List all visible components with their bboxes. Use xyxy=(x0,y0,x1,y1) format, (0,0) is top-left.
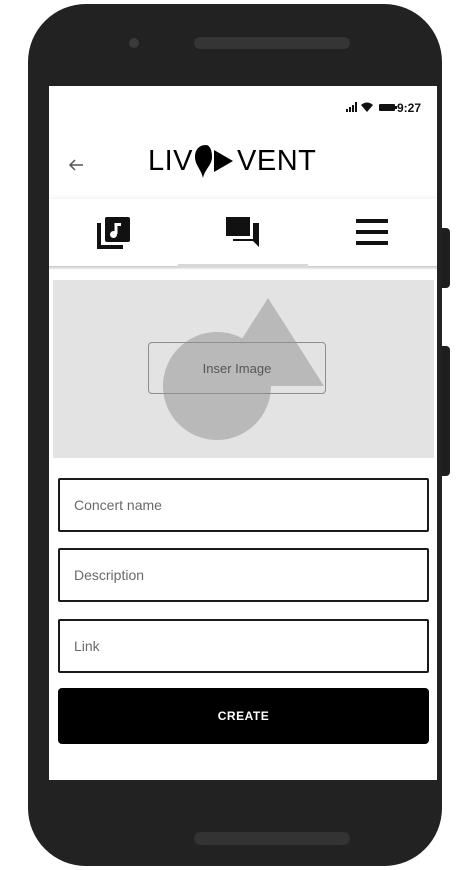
tab-chat[interactable] xyxy=(178,199,307,265)
music-library-icon xyxy=(96,217,130,249)
front-camera xyxy=(129,38,139,48)
power-button xyxy=(442,346,450,476)
status-time: 9:27 xyxy=(396,101,421,115)
image-upload-area[interactable]: Inser Image xyxy=(53,280,434,458)
description-field[interactable] xyxy=(58,548,429,602)
play-pin-icon xyxy=(195,145,234,178)
chat-icon xyxy=(225,217,259,247)
app-logo: LIV VENT xyxy=(148,139,316,183)
tab-music[interactable] xyxy=(49,199,178,265)
app-header: LIV VENT xyxy=(49,126,437,198)
battery-icon xyxy=(379,104,397,111)
create-button[interactable]: CREATE xyxy=(58,688,429,744)
concert-name-input[interactable] xyxy=(60,480,427,530)
earpiece-speaker xyxy=(194,37,350,49)
concert-name-field[interactable] xyxy=(58,478,429,532)
signal-icon xyxy=(346,102,357,112)
bottom-speaker xyxy=(194,832,350,845)
insert-image-label: Inser Image xyxy=(202,360,272,376)
link-input[interactable] xyxy=(60,621,427,671)
description-input[interactable] xyxy=(60,550,427,600)
arrow-left-icon[interactable] xyxy=(67,156,85,174)
tab-bar xyxy=(49,199,437,267)
volume-button xyxy=(442,228,450,288)
tab-menu[interactable] xyxy=(307,199,436,265)
status-bar: 9:27 xyxy=(49,86,437,126)
menu-icon xyxy=(355,219,388,245)
wifi-icon xyxy=(361,102,373,112)
app-screen: 9:27 LIV VENT Inser Image Concert name D… xyxy=(49,86,437,780)
insert-image-button[interactable]: Inser Image xyxy=(148,342,326,394)
create-button-label: CREATE xyxy=(217,709,270,723)
logo-text-right: VENT xyxy=(237,144,317,177)
logo-text-left: LIV xyxy=(148,144,194,177)
active-tab-indicator xyxy=(178,264,308,267)
link-field[interactable] xyxy=(58,619,429,673)
